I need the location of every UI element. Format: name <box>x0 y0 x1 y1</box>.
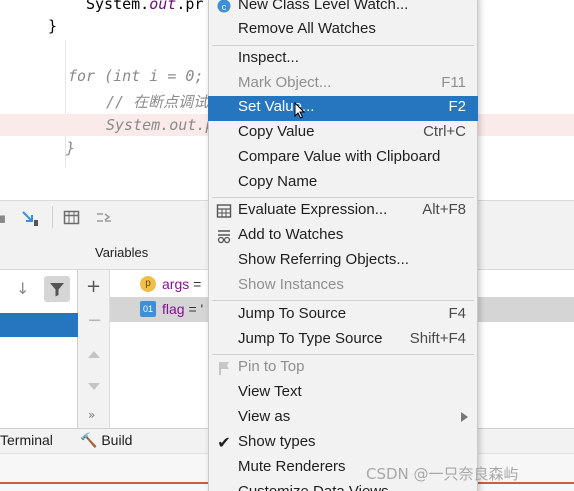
arrow-down-icon[interactable]: ↓ <box>16 279 29 298</box>
check-icon: ✔ <box>217 433 231 452</box>
menu-item-add-to-watches[interactable]: Add to Watches <box>208 224 478 249</box>
code-line-for-loop: for (int i = 0; <box>68 67 204 85</box>
watermark: CSDN @一只奈良森屿 <box>366 465 519 483</box>
menu-item-show-instances[interactable]: Show Instances <box>208 274 478 299</box>
evaluate-table-icon[interactable] <box>63 209 81 227</box>
step-icon-partial[interactable]: ▪ <box>0 209 6 227</box>
parameter-badge-icon: p <box>140 276 156 292</box>
menu-item-new-class-level-watch[interactable]: c New Class Level Watch... <box>208 0 478 19</box>
build-tab[interactable]: 🔨 Build <box>80 432 132 449</box>
menu-item-compare-value-with-clipboard[interactable]: Compare Value with Clipboard <box>208 146 478 171</box>
menu-item-jump-to-type-source[interactable]: Jump To Type Source Shift+F4 <box>208 328 478 353</box>
code-line-sysout: System.out.p <box>106 116 215 134</box>
menu-item-inspect[interactable]: Inspect... <box>208 47 478 72</box>
trace-icon[interactable] <box>95 209 113 227</box>
filter-icon <box>50 283 64 297</box>
code-line-println: System.out.pr <box>86 0 204 13</box>
move-down-icon[interactable] <box>86 379 102 393</box>
run-to-cursor-icon[interactable] <box>20 209 40 227</box>
menu-item-copy-name[interactable]: Copy Name <box>208 171 478 196</box>
watch-icon: c <box>216 0 232 14</box>
code-line-comment: // 在断点调试 <box>106 93 209 111</box>
remove-icon[interactable]: − <box>87 310 102 331</box>
hammer-icon: 🔨 <box>80 432 98 448</box>
submenu-arrow-icon <box>461 412 468 422</box>
menu-item-jump-to-source[interactable]: Jump To Source F4 <box>208 303 478 328</box>
menu-item-pin-to-top[interactable]: Pin to Top <box>208 356 478 381</box>
menu-item-copy-value[interactable]: Copy Value Ctrl+C <box>208 121 478 146</box>
menu-item-view-text[interactable]: View Text <box>208 381 478 406</box>
variables-title: Variables <box>95 245 149 260</box>
move-up-icon[interactable] <box>86 347 102 361</box>
frames-header <box>0 236 78 270</box>
toolbar-separator <box>52 206 53 228</box>
variable-row[interactable]: flag = ' <box>162 301 203 317</box>
menu-item-mark-object[interactable]: Mark Object... F11 <box>208 72 478 97</box>
more-icon[interactable]: » <box>88 408 95 422</box>
code-line-brace: } <box>48 17 58 35</box>
pin-icon <box>216 360 232 376</box>
menu-separator <box>212 300 474 301</box>
menu-separator <box>212 197 474 198</box>
filter-button[interactable] <box>44 276 70 302</box>
watches-icon <box>216 228 232 244</box>
menu-item-remove-all-watches[interactable]: Remove All Watches <box>208 18 478 43</box>
mouse-cursor-icon <box>294 102 306 119</box>
menu-item-evaluate-expression[interactable]: Evaluate Expression... Alt+F8 <box>208 199 478 224</box>
terminal-tab[interactable]: Terminal <box>0 432 53 448</box>
menu-separator <box>212 354 474 355</box>
calculator-icon <box>216 203 232 219</box>
menu-item-set-value[interactable]: Set Value... F2 <box>208 96 478 121</box>
variable-row[interactable]: args = <box>162 276 201 292</box>
menu-item-show-types[interactable]: ✔ Show types <box>208 431 478 456</box>
menu-item-view-as[interactable]: View as <box>208 406 478 431</box>
svg-text:c: c <box>222 2 227 12</box>
frames-selected-row[interactable] <box>0 313 78 337</box>
menu-separator <box>212 45 474 46</box>
field-badge-icon: 01 <box>140 301 156 317</box>
add-icon[interactable]: + <box>86 276 101 297</box>
code-line-brace-2: } <box>66 139 76 157</box>
menu-item-show-referring-objects[interactable]: Show Referring Objects... <box>208 249 478 274</box>
